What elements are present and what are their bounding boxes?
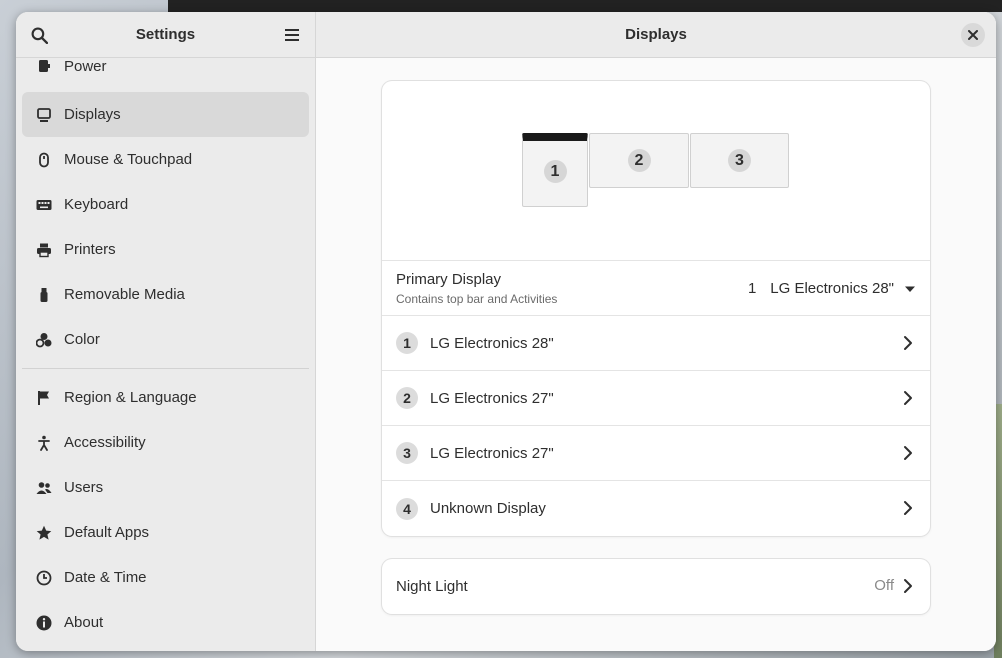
usb-icon: [36, 287, 52, 303]
chevron-right-icon: [904, 391, 912, 405]
main-panel: Displays 1 2 3 Primary Display Contains …: [316, 12, 996, 651]
display-row-4[interactable]: 4 Unknown Display: [382, 481, 930, 536]
sidebar: Settings Power Displays Mouse & Touchpad…: [16, 12, 316, 651]
monitor-number: 1: [543, 160, 567, 183]
keyboard-icon: [36, 197, 52, 213]
sidebar-item-power[interactable]: Power: [22, 58, 309, 80]
chevron-right-icon: [904, 501, 912, 515]
close-icon: [968, 30, 978, 40]
display-icon: [36, 107, 52, 123]
sidebar-item-users[interactable]: Users: [22, 465, 309, 510]
sidebar-header: Settings: [16, 12, 315, 58]
display-row-2[interactable]: 2 LG Electronics 27": [382, 371, 930, 426]
sidebar-item-date-time[interactable]: Date & Time: [22, 555, 309, 600]
mouse-icon: [36, 152, 52, 168]
sidebar-item-about[interactable]: About: [22, 600, 309, 645]
sidebar-item-color[interactable]: Color: [22, 317, 309, 362]
display-row-1[interactable]: 1 LG Electronics 28": [382, 316, 930, 371]
clock-icon: [36, 570, 52, 586]
chevron-right-icon: [904, 446, 912, 460]
search-button[interactable]: [25, 21, 53, 49]
settings-window: Settings Power Displays Mouse & Touchpad…: [16, 12, 996, 651]
display-number-badge: 2: [396, 387, 418, 409]
star-icon: [36, 525, 52, 541]
dropdown-arrow-icon: [905, 286, 915, 292]
primary-display-dropdown[interactable]: 1 LG Electronics 28": [748, 280, 916, 297]
primary-display-subtitle: Contains top bar and Activities: [396, 291, 558, 306]
sidebar-item-label: Date & Time: [64, 569, 147, 586]
monitor-number: 3: [728, 149, 751, 172]
night-light-card: Night Light Off: [382, 559, 930, 614]
hamburger-menu-icon: [285, 29, 299, 41]
sidebar-item-label: Color: [64, 331, 100, 348]
display-name: LG Electronics 28": [430, 334, 554, 352]
sidebar-item-mouse-touchpad[interactable]: Mouse & Touchpad: [22, 137, 309, 182]
sidebar-item-label: Accessibility: [64, 434, 146, 451]
display-number-badge: 3: [396, 442, 418, 464]
sidebar-item-region-language[interactable]: Region & Language: [22, 375, 309, 420]
main-menu-button[interactable]: [278, 21, 306, 49]
sidebar-title: Settings: [135, 26, 196, 43]
chevron-right-icon: [904, 336, 912, 350]
display-row-3[interactable]: 3 LG Electronics 27": [382, 426, 930, 481]
monitor-2[interactable]: 2: [589, 133, 689, 188]
chevron-right-icon: [904, 579, 912, 593]
primary-display-row[interactable]: Primary Display Contains top bar and Act…: [382, 261, 930, 316]
primary-display-label: Primary Display: [396, 270, 502, 288]
sidebar-item-default-apps[interactable]: Default Apps: [22, 510, 309, 555]
accessibility-icon: [36, 435, 52, 451]
sidebar-item-accessibility[interactable]: Accessibility: [22, 420, 309, 465]
sidebar-item-label: Users: [64, 479, 104, 496]
sidebar-item-label: Region & Language: [64, 389, 197, 406]
sidebar-list: Power Displays Mouse & Touchpad Keyboard: [22, 58, 309, 645]
background-window-edge: [168, 0, 1002, 12]
monitor-3[interactable]: 3: [690, 133, 789, 188]
sidebar-item-label: Default Apps: [64, 524, 150, 541]
users-icon: [36, 480, 52, 496]
power-icon: [36, 58, 52, 74]
sidebar-item-label: Removable Media: [64, 286, 185, 303]
sidebar-item-displays[interactable]: Displays: [22, 92, 309, 137]
primary-display-number: 1: [747, 280, 757, 297]
night-light-status: Off: [874, 577, 894, 594]
main-header: Displays: [316, 12, 996, 58]
display-number-badge: 1: [396, 332, 418, 354]
sidebar-item-label: Printers: [64, 241, 116, 258]
sidebar-item-label: Keyboard: [64, 196, 129, 213]
sidebar-item-removable-media[interactable]: Removable Media: [22, 272, 309, 317]
night-light-row[interactable]: Night Light Off: [382, 559, 930, 614]
sidebar-item-printers[interactable]: Printers: [22, 227, 309, 272]
primary-display-name: LG Electronics 28": [770, 280, 894, 297]
sidebar-item-label: Displays: [64, 106, 121, 123]
flag-icon: [36, 390, 52, 406]
displays-card: 1 2 3 Primary Display Contains top bar a…: [382, 81, 930, 536]
night-light-label: Night Light: [396, 578, 468, 595]
info-icon: [36, 615, 52, 631]
display-name: Unknown Display: [430, 500, 546, 517]
display-arrangement: 1 2 3: [382, 81, 930, 261]
monitor-1[interactable]: 1: [522, 133, 588, 207]
page-title: Displays: [625, 26, 687, 43]
close-button[interactable]: [961, 23, 985, 47]
display-number-badge: 4: [396, 497, 418, 520]
sidebar-separator: [22, 368, 309, 369]
search-icon: [31, 27, 48, 44]
sidebar-item-label: Power: [64, 58, 107, 75]
color-icon: [36, 332, 52, 348]
printer-icon: [36, 242, 52, 258]
display-name: LG Electronics 27": [430, 444, 554, 462]
monitor-number: 2: [627, 149, 651, 172]
sidebar-item-label: Mouse & Touchpad: [64, 151, 193, 168]
sidebar-item-label: About: [64, 614, 104, 631]
display-name: LG Electronics 27": [430, 389, 554, 407]
sidebar-item-keyboard[interactable]: Keyboard: [22, 182, 309, 227]
